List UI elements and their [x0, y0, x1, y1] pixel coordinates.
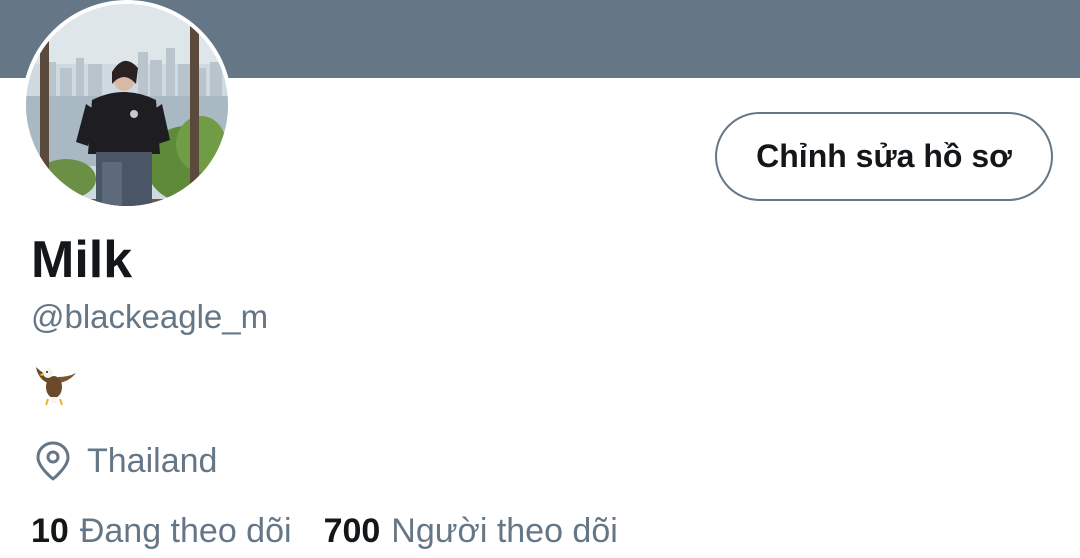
- location-pin-icon: [36, 441, 70, 481]
- display-name: Milk: [31, 231, 133, 289]
- location-text: Thailand: [87, 441, 218, 480]
- followers-count: 700: [323, 512, 381, 550]
- followers-link[interactable]: 700 Người theo dõi: [324, 512, 618, 551]
- user-handle: @blackeagle_m: [31, 298, 269, 335]
- profile-location: Thailand: [34, 438, 217, 484]
- following-count: 10: [31, 512, 69, 550]
- edit-profile-button[interactable]: Chỉnh sửa hồ sơ: [715, 112, 1053, 201]
- following-label: Đang theo dõi: [79, 512, 292, 550]
- profile-photo: [26, 4, 228, 206]
- following-link[interactable]: 10 Đang theo dõi: [31, 512, 292, 551]
- follow-stats: 10 Đang theo dõi 700 Người theo dõi: [31, 512, 650, 551]
- followers-label: Người theo dõi: [391, 512, 618, 550]
- eagle-icon: [36, 367, 76, 406]
- profile-avatar[interactable]: [22, 0, 232, 210]
